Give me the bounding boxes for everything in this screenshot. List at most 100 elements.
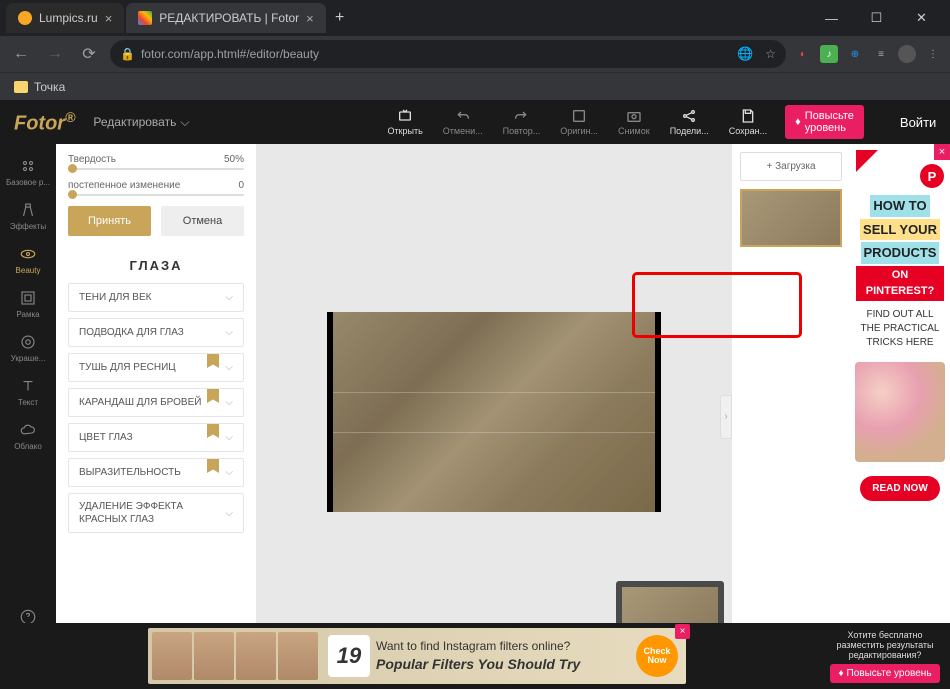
section-title: ГЛАЗА [56,244,256,283]
cancel-button[interactable]: Отмена [161,206,244,236]
ad-thumb [278,632,318,680]
chevron-down-icon: ⌵ [225,467,233,478]
fotor-logo[interactable]: Fotor® [14,109,75,136]
undo-button[interactable]: Отмени... [443,108,483,136]
rail-frame[interactable]: Рамка [0,282,56,326]
maximize-button[interactable]: ☐ [854,3,899,33]
extension-icon[interactable]: ≡ [872,45,890,63]
rail-cloud[interactable]: Облако [0,414,56,458]
tool-item[interactable]: ТУШЬ ДЛЯ РЕСНИЦ ⌵ [68,353,244,382]
selection-highlight [632,272,802,338]
tool-item[interactable]: ПОДВОДКА ДЛЯ ГЛАЗ ⌵ [68,318,244,347]
menu-button[interactable]: ⋮ [924,45,942,63]
tool-label: ВЫРАЗИТЕЛЬНОСТЬ [79,467,181,478]
extension-icon[interactable]: ⊕ [846,45,864,63]
chevron-down-icon: ⌵ [225,292,233,303]
tool-label: ПОДВОДКА ДЛЯ ГЛАЗ [79,327,184,338]
new-tab-button[interactable]: + [328,6,352,30]
tool-label: ЦВЕТ ГЛАЗ [79,432,133,443]
promo-box: Хотите бесплатно разместить результаты р… [820,630,950,683]
tool-label: КАРАНДАШ ДЛЯ БРОВЕЙ [79,397,201,408]
minimize-button[interactable]: — [809,3,854,33]
redo-button[interactable]: Повтор... [503,108,541,136]
ad-cta-button[interactable]: Check Now [636,635,678,677]
favicon [18,11,32,25]
rail-effects[interactable]: Эффекты [0,194,56,238]
rail-text[interactable]: Текст [0,370,56,414]
address-bar[interactable]: 🔒 fotor.com/app.html#/editor/beauty 🌐 ☆ [110,40,786,68]
back-button[interactable]: ← [8,41,34,67]
options-panel: Твердость50% постепенное изменение0 Прин… [56,144,256,689]
chevron-down-icon: ⌵ [225,362,233,373]
expand-handle[interactable]: › [720,395,732,439]
close-icon[interactable]: × [675,624,690,639]
upgrade-button[interactable]: ♦Повысьте уровень [785,105,864,139]
upload-button[interactable]: + Загрузка [740,152,842,181]
canvas-photo[interactable] [327,312,661,512]
star-icon[interactable]: ☆ [765,47,776,61]
tab-title: РЕДАКТИРОВАТЬ | Fotor [159,11,299,25]
tool-item[interactable]: УДАЛЕНИЕ ЭФФЕКТА КРАСНЫХ ГЛАЗ⌵ [68,493,244,533]
rail-basic[interactable]: Базовое р... [0,150,56,194]
tool-item[interactable]: ЦВЕТ ГЛАЗ ⌵ [68,423,244,452]
promo-text: Хотите бесплатно разместить результаты р… [828,630,942,660]
uploads-panel: + Загрузка 🗑Очистить все [732,144,850,689]
bookmark-flag-icon [207,424,219,438]
transition-slider[interactable]: постепенное изменение0 [68,180,244,196]
bookmark-flag-icon [207,389,219,403]
close-icon[interactable]: × [105,11,113,26]
favicon [138,11,152,25]
open-button[interactable]: Открыть [387,108,422,136]
thumbnail[interactable] [740,189,842,247]
bookmark-item[interactable]: Точка [34,80,65,94]
extension-icon[interactable]: ♪ [820,45,838,63]
chevron-down-icon: ⌵ [225,432,233,443]
translate-icon[interactable]: 🌐 [737,46,753,62]
original-button[interactable]: Оригин... [560,108,598,136]
chevron-down-icon: ⌵ [225,327,233,338]
bookmark-flag-icon [207,354,219,368]
chevron-down-icon: ⌵ [225,397,233,408]
ad-thumb [236,632,276,680]
ad-text: Want to find Instagram filters online?Po… [376,639,580,673]
canvas-area: › 1280px × 720px − 37% + Сравни... ⤢ [256,144,732,689]
banner-ad[interactable]: × 19 Want to find Instagram filters onli… [148,628,686,684]
save-button[interactable]: Сохран... [729,108,767,136]
bookmark-flag-icon [207,459,219,473]
tool-label: ТЕНИ ДЛЯ ВЕК [79,292,151,303]
chevron-down-icon: ⌵ [225,507,233,520]
rail-decor[interactable]: Украше... [0,326,56,370]
accept-button[interactable]: Принять [68,206,151,236]
ad-subtext: FIND OUT ALL THE PRACTICAL TRICKS HERE [856,308,944,350]
snapshot-button[interactable]: Снимок [618,108,650,136]
ad-number: 19 [328,635,370,677]
tool-item[interactable]: ВЫРАЗИТЕЛЬНОСТЬ ⌵ [68,458,244,487]
ad-corner [856,150,878,172]
profile-avatar[interactable] [898,45,916,63]
diamond-icon: ♦ [795,116,801,128]
pinterest-icon[interactable]: P [920,164,944,188]
diamond-icon: ♦ [838,668,843,679]
mode-dropdown[interactable]: Редактировать⌵ [93,115,189,130]
close-button[interactable]: ✕ [899,3,944,33]
share-button[interactable]: Подели... [670,108,709,136]
promo-upgrade-button[interactable]: ♦Повысьте уровень [830,664,939,683]
forward-button[interactable]: → [42,41,68,67]
reload-button[interactable]: ⟳ [76,41,102,67]
login-button[interactable]: Войти [900,115,936,130]
tool-label: УДАЛЕНИЕ ЭФФЕКТА КРАСНЫХ ГЛАЗ [79,500,225,526]
extension-icon[interactable]: ◐ [794,45,812,63]
tool-item[interactable]: ТЕНИ ДЛЯ ВЕК ⌵ [68,283,244,312]
rail-beauty[interactable]: Beauty [0,238,56,282]
tab-lumpics[interactable]: Lumpics.ru × [6,3,124,33]
tool-item[interactable]: КАРАНДАШ ДЛЯ БРОВЕЙ ⌵ [68,388,244,417]
tab-fotor[interactable]: РЕДАКТИРОВАТЬ | Fotor × [126,3,325,33]
close-icon[interactable]: × [306,11,314,26]
close-icon[interactable]: × [934,144,950,160]
lock-icon: 🔒 [120,47,135,61]
browser-tabs: Lumpics.ru × РЕДАКТИРОВАТЬ | Fotor × + —… [0,0,950,36]
ad-cta-button[interactable]: READ NOW [860,476,940,501]
tab-title: Lumpics.ru [39,11,98,25]
tool-label: ТУШЬ ДЛЯ РЕСНИЦ [79,362,176,373]
hardness-slider[interactable]: Твердость50% [68,154,244,170]
